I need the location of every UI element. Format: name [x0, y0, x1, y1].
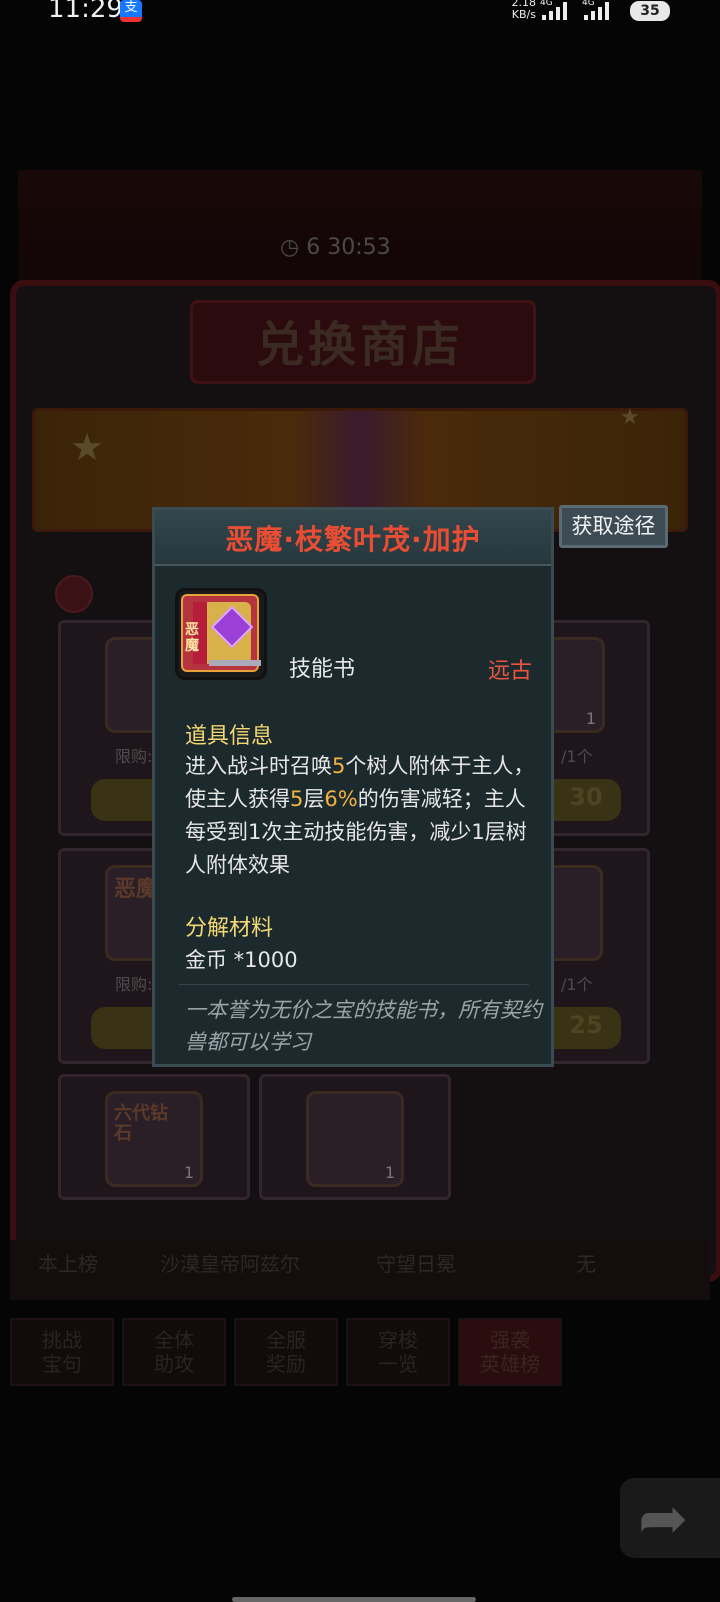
item-type: 技能书: [289, 657, 356, 682]
star-icon: ★: [620, 405, 640, 430]
currency-icon: [55, 575, 93, 613]
purchase-limit: 限购:: [115, 975, 153, 994]
decompose-material: 金币 *1000: [185, 948, 298, 972]
item-slot: 六代钻石 1: [105, 1091, 203, 1187]
event-banner: [18, 170, 702, 285]
item-rarity: 远古: [488, 659, 533, 684]
signal-icon: 4G: [540, 0, 570, 20]
event-timer: ◷ 6 30:53: [280, 235, 391, 260]
tab-assist[interactable]: 全体 助攻: [122, 1318, 226, 1386]
item-detail-popup: 恶魔·枝繁叶茂·加护 恶魔 技能书 远古 道具信息 进入战斗时召唤5个树人附体于…: [152, 507, 554, 1067]
clock: 11:29: [48, 0, 123, 24]
material-section-title: 分解材料: [185, 916, 274, 941]
divider: [179, 984, 529, 985]
rank-row: [10, 1240, 710, 1300]
item-description: 进入战斗时召唤5个树人附体于主人，使主人获得5层6%的伤害减轻；主人每受到1次主…: [185, 754, 535, 877]
purchase-limit: 限购:: [115, 747, 153, 766]
tab-server-reward[interactable]: 全服 奖励: [234, 1318, 338, 1386]
signal-icon-2: 4G: [582, 0, 612, 20]
item-slot: 1: [306, 1091, 404, 1187]
purchase-limit: /1个: [561, 975, 593, 994]
get-source-button[interactable]: 获取途径: [559, 505, 668, 548]
alipay-icon: 支: [120, 0, 142, 22]
flavor-text: 一本誉为无价之宝的技能书，所有契约兽都可以学习: [185, 998, 542, 1054]
shop-item-card[interactable]: 六代钻石 1: [58, 1074, 250, 1200]
rank-text: 无: [576, 1252, 596, 1276]
share-arrow-icon: ➦: [638, 1484, 689, 1554]
shop-title: 兑换商店: [255, 317, 464, 373]
tab-shuttle[interactable]: 穿梭 一览: [346, 1318, 450, 1386]
purchase-limit: /1个: [561, 747, 593, 766]
home-indicator[interactable]: [232, 1597, 476, 1602]
rank-text: 本上榜: [38, 1252, 98, 1276]
rank-text: 守望日冕: [376, 1252, 456, 1276]
info-section-title: 道具信息: [185, 724, 274, 749]
skill-book-icon: 恶魔: [175, 588, 267, 680]
status-bar: 11:29 支 2.18 KB/s 4G 4G 35: [0, 0, 720, 28]
star-icon: ★: [70, 425, 105, 469]
tab-hero-rank[interactable]: 强袭 英雄榜: [458, 1318, 562, 1386]
net-speed: 2.18 KB/s: [511, 0, 537, 21]
rank-text: 沙漠皇帝阿兹尔: [160, 1252, 300, 1276]
battery-indicator: 35: [630, 1, 670, 21]
item-name: 恶魔·枝繁叶茂·加护: [225, 523, 481, 556]
tab-challenge[interactable]: 挑战 宝句: [10, 1318, 114, 1386]
shop-item-card[interactable]: 1: [259, 1074, 451, 1200]
